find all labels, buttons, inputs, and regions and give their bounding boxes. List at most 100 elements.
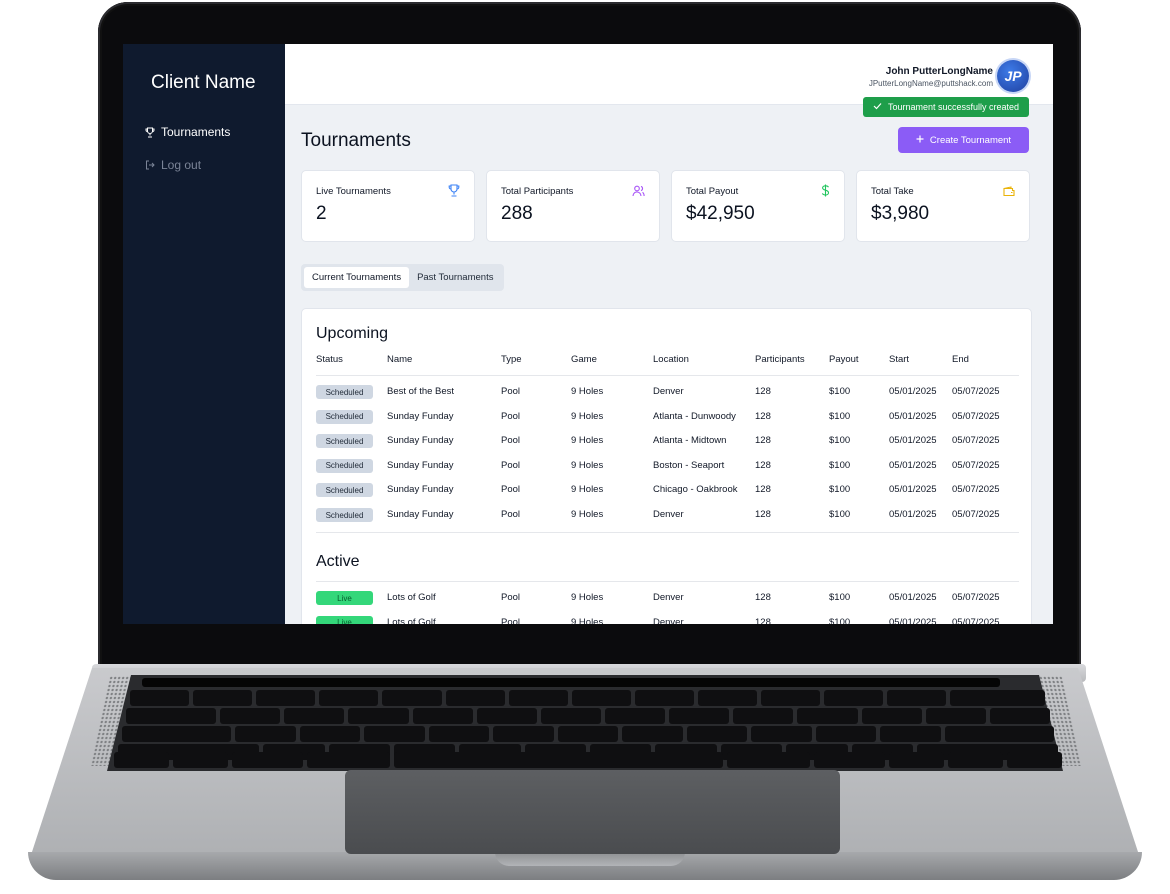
table-cell-payout: $100 xyxy=(829,459,851,471)
table-cell-game: 9 Holes xyxy=(571,509,604,520)
table-cell-name: Lots of Golf xyxy=(387,592,436,603)
table-cell-payout: $100 xyxy=(829,509,851,520)
stat-label: Total Take xyxy=(871,186,914,197)
table-cell-name: Sunday Funday xyxy=(387,509,454,520)
table-cell-name: Sunday Funday xyxy=(387,459,454,471)
table-cell-end: 05/07/2025 xyxy=(952,435,1000,447)
status-badge: Scheduled xyxy=(316,458,373,473)
app-screen: Client Name Tournaments Log out John Put… xyxy=(123,44,1053,624)
column-header: Payout xyxy=(829,354,859,365)
table-cell-end: 05/07/2025 xyxy=(952,386,1000,397)
column-header: Status xyxy=(316,354,343,365)
table-cell-participants: 128 xyxy=(755,435,771,447)
success-toast: Tournament successfully created xyxy=(862,97,1029,117)
table-cell-game: 9 Holes xyxy=(571,410,604,422)
stat-value: 288 xyxy=(501,203,533,224)
status-badge: Live xyxy=(316,591,373,605)
table-cell-name: Sunday Funday xyxy=(387,435,454,447)
sidebar-item-label: Log out xyxy=(161,158,202,172)
table-cell-end: 05/07/2025 xyxy=(952,459,1000,471)
table-cell-end: 05/07/2025 xyxy=(952,410,1000,422)
user-name: John PutterLongName xyxy=(885,66,993,77)
table-cell-participants: 128 xyxy=(755,459,771,471)
toast-message: Tournament successfully created xyxy=(887,102,1019,112)
table-cell-start: 05/01/2025 xyxy=(889,509,937,520)
table-cell-end: 05/07/2025 xyxy=(952,616,1000,624)
table-cell-start: 05/01/2025 xyxy=(889,435,937,447)
table-cell-game: 9 Holes xyxy=(571,459,604,471)
table-cell-start: 05/01/2025 xyxy=(889,484,937,496)
table-cell-location: Denver xyxy=(653,386,684,397)
section-title-upcoming: Upcoming xyxy=(316,325,389,342)
table-cell-location: Atlanta - Midtown xyxy=(653,435,727,447)
avatar[interactable]: JP xyxy=(997,60,1029,92)
table-cell-participants: 128 xyxy=(755,616,771,624)
stat-label: Total Payout xyxy=(686,186,739,197)
table-cell-end: 05/07/2025 xyxy=(952,484,1000,496)
table-cell-location: Chicago - Oakbrook xyxy=(653,484,738,496)
table-cell-location: Boston - Seaport xyxy=(653,459,725,471)
page-title: Tournaments xyxy=(301,130,411,151)
table-cell-payout: $100 xyxy=(829,410,851,422)
wallet-icon xyxy=(1003,184,1015,202)
tab-past-tournaments[interactable]: Past Tournaments xyxy=(409,267,501,288)
column-header: Game xyxy=(571,354,597,365)
table-cell-type: Pool xyxy=(501,484,521,496)
logout-icon xyxy=(145,160,155,170)
sidebar: Client Name Tournaments Log out xyxy=(123,44,285,624)
table-cell-type: Pool xyxy=(501,592,521,603)
table-cell-participants: 128 xyxy=(755,484,771,496)
column-header: Type xyxy=(501,354,522,365)
table-cell-end: 05/07/2025 xyxy=(952,592,1000,603)
column-header: End xyxy=(952,354,969,365)
table-cell-location: Atlanta - Dunwoody xyxy=(653,410,736,422)
main-content: John PutterLongName JPutterLongName@putt… xyxy=(285,44,1053,624)
table-cell-name: Sunday Funday xyxy=(387,484,454,496)
trophy-icon xyxy=(448,184,460,202)
table-cell-participants: 128 xyxy=(755,386,771,397)
table-cell-start: 05/01/2025 xyxy=(889,616,937,624)
table-cell-type: Pool xyxy=(501,459,521,471)
table-cell-type: Pool xyxy=(501,509,521,520)
plus-icon xyxy=(916,135,924,146)
trackpad xyxy=(345,770,840,854)
tab-current-tournaments[interactable]: Current Tournaments xyxy=(304,267,410,288)
table-cell-type: Pool xyxy=(501,410,521,422)
stat-label: Live Tournaments xyxy=(316,186,391,197)
table-cell-game: 9 Holes xyxy=(571,616,604,624)
stat-value: $3,980 xyxy=(871,203,930,224)
table-cell-name: Best of the Best xyxy=(387,386,455,397)
create-tournament-label: Create Tournament xyxy=(929,134,1012,146)
stat-card-total-payout: Total Payout $42,950 xyxy=(671,170,845,242)
table-cell-payout: $100 xyxy=(829,616,851,624)
stat-value: $42,950 xyxy=(686,203,755,224)
table-cell-game: 9 Holes xyxy=(571,484,604,496)
status-badge: Scheduled xyxy=(316,434,373,449)
stat-card-total-take: Total Take $3,980 xyxy=(856,170,1030,242)
table-cell-end: 05/07/2025 xyxy=(952,509,1000,520)
sidebar-item-label: Tournaments xyxy=(161,125,231,139)
status-badge: Scheduled xyxy=(316,409,373,424)
table-cell-game: 9 Holes xyxy=(571,592,604,603)
section-divider xyxy=(316,532,1019,533)
table-cell-participants: 128 xyxy=(755,592,771,603)
stat-value: 2 xyxy=(316,203,327,224)
table-cell-payout: $100 xyxy=(829,386,851,397)
section-title-active: Active xyxy=(316,553,360,570)
create-tournament-button[interactable]: Create Tournament xyxy=(898,127,1029,153)
dollar-icon xyxy=(821,184,830,202)
sidebar-item-tournaments[interactable]: Tournaments xyxy=(145,125,230,139)
column-header: Name xyxy=(387,354,413,365)
users-icon xyxy=(632,184,645,202)
table-cell-type: Pool xyxy=(501,435,521,447)
user-info: John PutterLongName JPutterLongName@putt… xyxy=(869,66,993,88)
table-cell-start: 05/01/2025 xyxy=(889,459,937,471)
table-cell-type: Pool xyxy=(501,616,521,624)
check-icon xyxy=(873,102,882,112)
table-cell-location: Denver xyxy=(653,509,684,520)
stat-card-live-tournaments: Live Tournaments 2 xyxy=(301,170,475,242)
sidebar-item-logout[interactable]: Log out xyxy=(145,158,201,172)
status-badge: Scheduled xyxy=(316,385,373,399)
table-cell-payout: $100 xyxy=(829,484,851,496)
table-cell-location: Denver xyxy=(653,592,684,603)
